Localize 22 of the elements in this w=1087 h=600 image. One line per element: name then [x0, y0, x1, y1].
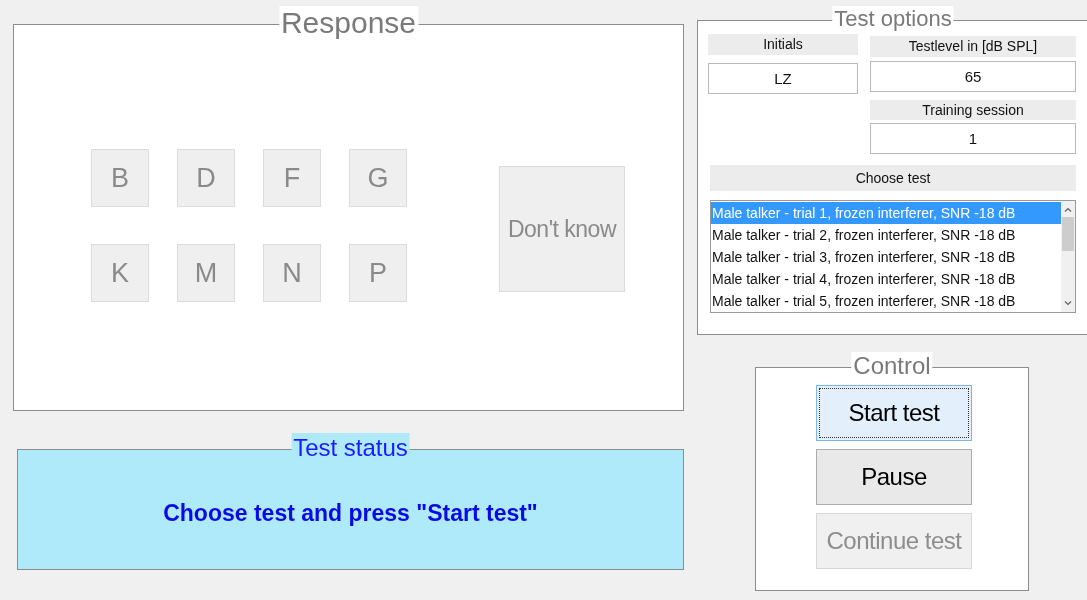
- field-label: Initials: [708, 34, 858, 55]
- input-field[interactable]: 65: [870, 61, 1076, 92]
- field-label: Choose test: [710, 165, 1076, 191]
- control-button[interactable]: Pause: [816, 449, 972, 505]
- list-item[interactable]: Male talker - trial 1, frozen interferer, SNR -18 dB: [711, 202, 1061, 224]
- field-label: Training session: [870, 100, 1076, 120]
- status-message: Choose test and press "Start test": [163, 499, 538, 529]
- scroll-up-icon[interactable]: [1064, 207, 1072, 212]
- input-field[interactable]: 1: [870, 123, 1076, 154]
- list-item[interactable]: Male talker - trial 5, frozen interferer, SNR -18 dB: [711, 290, 1061, 312]
- list-item[interactable]: Male talker - trial 3, frozen interferer, SNR -18 dB: [711, 246, 1061, 268]
- panel-title: Response: [278, 6, 419, 40]
- input-field[interactable]: LZ: [708, 63, 858, 94]
- scrollbar[interactable]: [1061, 201, 1075, 312]
- field-label: Testlevel in [dB SPL]: [870, 36, 1076, 57]
- list-item[interactable]: Male talker - trial 4, frozen interferer, SNR -18 dB: [711, 268, 1061, 290]
- panel-title: Test options: [832, 6, 954, 32]
- list-item[interactable]: Male talker - trial 2, frozen interferer, SNR -18 dB: [711, 224, 1061, 246]
- scroll-down-icon[interactable]: [1064, 301, 1072, 306]
- control-button[interactable]: Start test: [816, 385, 972, 441]
- test-listbox[interactable]: [710, 200, 1076, 313]
- scrollbar-thumb[interactable]: [1062, 217, 1074, 251]
